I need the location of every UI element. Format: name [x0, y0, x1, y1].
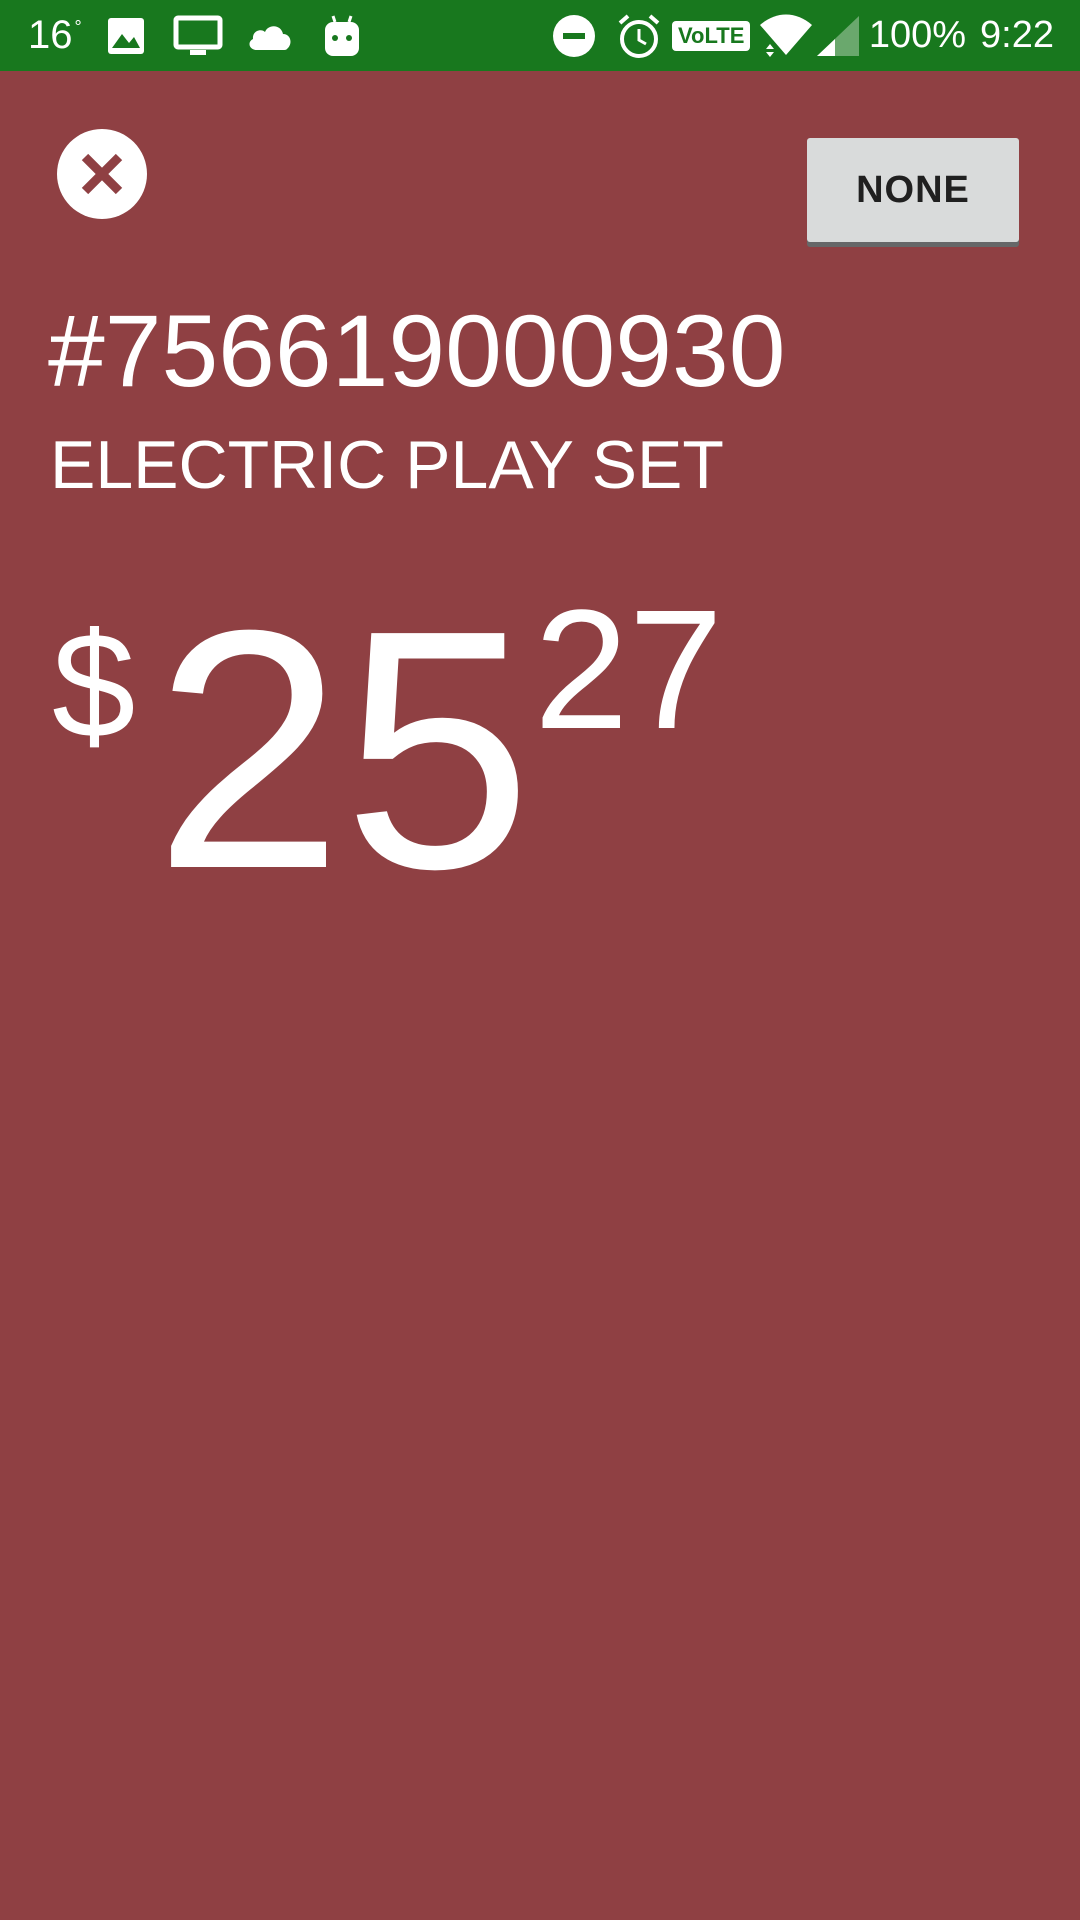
status-right: 100% 9:22 [869, 0, 1054, 71]
signal-icon [815, 0, 861, 71]
cloud-icon [245, 0, 295, 71]
do-not-disturb-icon [552, 0, 596, 71]
wifi-icon [758, 0, 814, 71]
battery-percentage: 100% [868, 14, 967, 56]
item-name: ELECTRIC PLAY SET [50, 427, 724, 503]
volte-icon: VoLTE [672, 0, 751, 71]
price-currency: $ [52, 601, 136, 769]
degree-symbol: ° [74, 17, 82, 37]
clock: 9:22 [980, 14, 1054, 56]
close-button[interactable] [57, 129, 147, 219]
price-dollars: 25 [154, 560, 533, 940]
temperature-indicator: 16 ° [28, 0, 82, 71]
status-bar: 16 ° VoLTE 100% 9:22 [0, 0, 1080, 71]
close-icon [81, 153, 123, 195]
image-icon [106, 0, 146, 71]
temperature-value: 16 [28, 13, 73, 57]
none-button[interactable]: NONE [807, 138, 1019, 242]
item-number: #756619000930 [48, 294, 786, 408]
volte-label: VoLTE [672, 20, 751, 51]
alarm-icon [617, 0, 661, 71]
tv-icon [173, 0, 223, 71]
price-cents: 27 [534, 575, 724, 765]
android-icon [323, 0, 361, 71]
